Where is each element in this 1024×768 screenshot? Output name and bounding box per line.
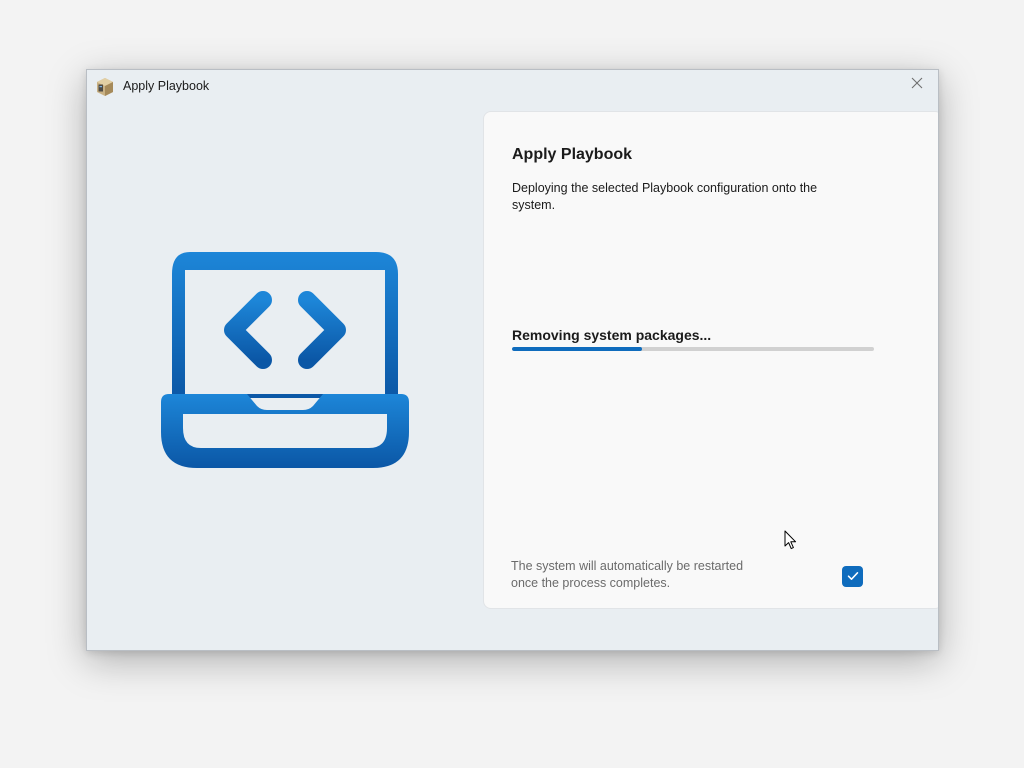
window-title: Apply Playbook [123,79,210,93]
panel-description: Deploying the selected Playbook configur… [512,181,818,212]
title-bar[interactable]: Apply Playbook [87,70,938,104]
status-text: Removing system packages... [512,327,712,343]
checkmark-icon [847,568,859,586]
progress-panel: Apply Playbook Deploying the selected Pl… [483,111,938,609]
restart-checkbox[interactable] [842,566,863,587]
restart-note: The system will automatically be restart… [511,559,744,590]
close-icon [911,76,923,94]
mouse-pointer-icon [784,530,798,551]
panel-title: Apply Playbook [512,146,633,163]
close-button[interactable] [896,70,938,100]
laptop-code-icon [157,248,413,472]
package-box-icon [95,77,115,97]
progress-bar-fill [512,347,643,351]
progress-bar [512,347,874,351]
apply-playbook-window: Apply Playbook Apply Playbook Deploying … [86,69,939,651]
